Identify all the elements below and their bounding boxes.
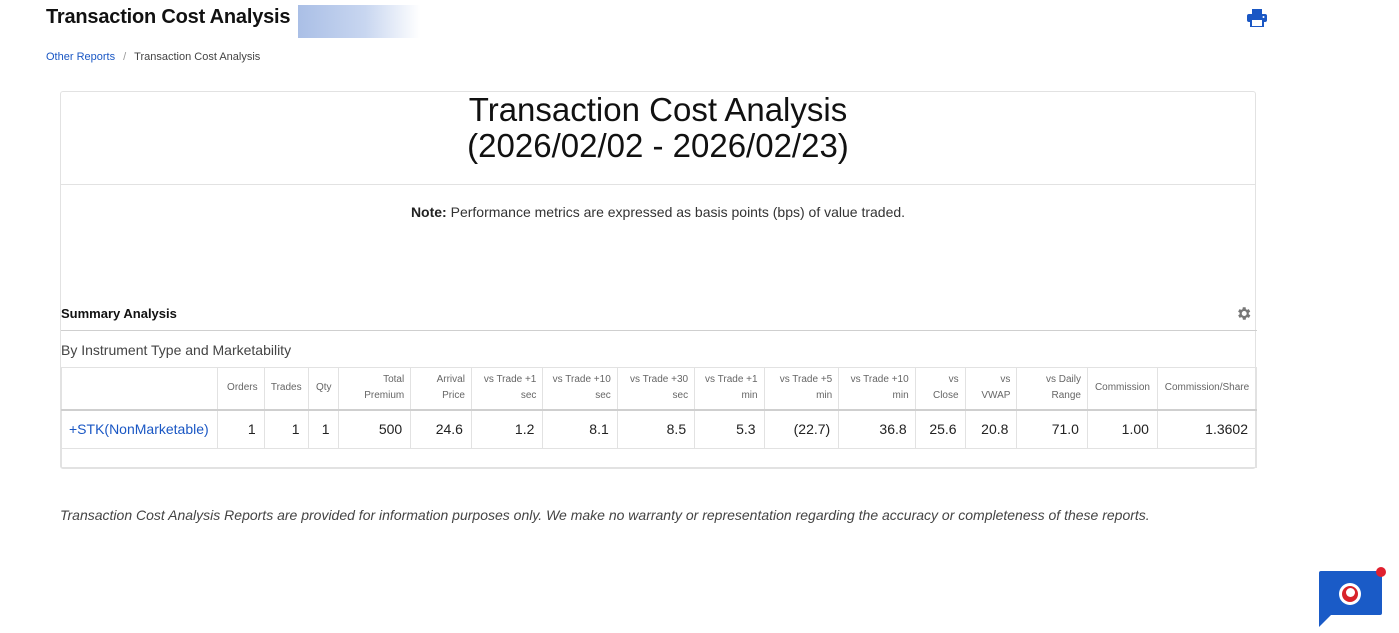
column-header-commission-share: Commission/Share (1156, 367, 1258, 411)
column-header-vs-vwap: vs VWAP (964, 367, 1018, 411)
disclaimer: Transaction Cost Analysis Reports are pr… (60, 507, 1150, 523)
column-header-trades: Trades (263, 367, 309, 411)
table-cell-vs-daily-range: 71.0 (1016, 409, 1088, 449)
instrument-link[interactable]: +STK(NonMarketable) (61, 409, 218, 449)
table-cell-vs-trade-30-sec: 8.5 (616, 409, 696, 449)
account-id-redacted (298, 5, 420, 38)
summary-title: Summary Analysis (61, 306, 177, 321)
breadcrumb-separator: / (123, 51, 127, 63)
summary-subtitle: By Instrument Type and Marketability (61, 342, 292, 358)
column-header-orders: Orders (216, 367, 265, 411)
table-cell-arrival-price: 24.6 (410, 409, 472, 449)
table-footer-row (61, 448, 1257, 468)
summary-table: Orders Trades Qty Total Premium Arrival … (61, 367, 1258, 468)
column-header-arrival-price: Arrival Price (410, 367, 472, 411)
column-header-vs-close: vs Close (914, 367, 966, 411)
report-title: Transaction Cost Analysis (468, 91, 848, 128)
notification-dot (1376, 567, 1386, 577)
table-cell-vs-close: 25.6 (914, 409, 966, 449)
column-header-vs-trade-30-sec: vs Trade +30 sec (616, 367, 696, 411)
column-header-commission: Commission (1086, 367, 1158, 411)
report-heading: Transaction Cost Analysis (2026/02/02 - … (61, 92, 1255, 185)
breadcrumb-other-reports[interactable]: Other Reports (46, 51, 115, 63)
table-cell-commission-share: 1.3602 (1156, 409, 1258, 449)
column-header-vs-daily-range: vs Daily Range (1016, 367, 1088, 411)
column-header-instrument (61, 367, 218, 411)
note: Note: Performance metrics are expressed … (61, 204, 1255, 220)
table-cell-vs-trade-5-min: (22.7) (763, 409, 840, 449)
column-header-total-premium: Total Premium (337, 367, 412, 411)
table-header-row: Orders Trades Qty Total Premium Arrival … (61, 367, 1258, 411)
summary-divider (61, 330, 1257, 331)
report-date-range: (2026/02/02 - 2026/02/23) (467, 127, 849, 164)
table-cell-total-premium: 500 (337, 409, 412, 449)
note-label: Note: (410, 204, 447, 220)
table-cell-trades: 1 (263, 409, 309, 449)
table-cell-vs-trade-10-sec: 8.1 (542, 409, 618, 449)
table-cell-vs-trade-1-sec: 1.2 (470, 409, 544, 449)
chat-icon[interactable] (1339, 583, 1361, 605)
page-title: Transaction Cost Analysis (46, 6, 291, 28)
column-header-vs-trade-1-min: vs Trade +1 min (694, 367, 765, 411)
note-text: Performance metrics are expressed as bas… (446, 204, 906, 220)
breadcrumb-current: Transaction Cost Analysis (134, 51, 261, 63)
table-cell-vs-trade-1-min: 5.3 (694, 409, 765, 449)
breadcrumb: Other Reports / Transaction Cost Analysis (46, 51, 260, 63)
table-cell-orders: 1 (216, 409, 265, 449)
table-row: +STK(NonMarketable) 1 1 1 500 24.6 1.2 8… (61, 409, 1258, 449)
gear-icon[interactable] (1235, 305, 1252, 322)
table-cell-vs-vwap: 20.8 (964, 409, 1018, 449)
table-footer-cell (61, 448, 1257, 468)
table-cell-commission: 1.00 (1086, 409, 1158, 449)
print-icon[interactable] (1247, 9, 1267, 27)
table-cell-vs-trade-10-min: 36.8 (838, 409, 916, 449)
column-header-vs-trade-10-sec: vs Trade +10 sec (542, 367, 618, 411)
column-header-qty: Qty (307, 367, 339, 411)
column-header-vs-trade-5-min: vs Trade +5 min (763, 367, 840, 411)
column-header-vs-trade-10-min: vs Trade +10 min (838, 367, 916, 411)
chat-widget-tail (1319, 613, 1333, 627)
report-card: Transaction Cost Analysis (2026/02/02 - … (60, 91, 1258, 469)
column-header-vs-trade-1-sec: vs Trade +1 sec (470, 367, 544, 411)
table-cell-qty: 1 (307, 409, 339, 449)
